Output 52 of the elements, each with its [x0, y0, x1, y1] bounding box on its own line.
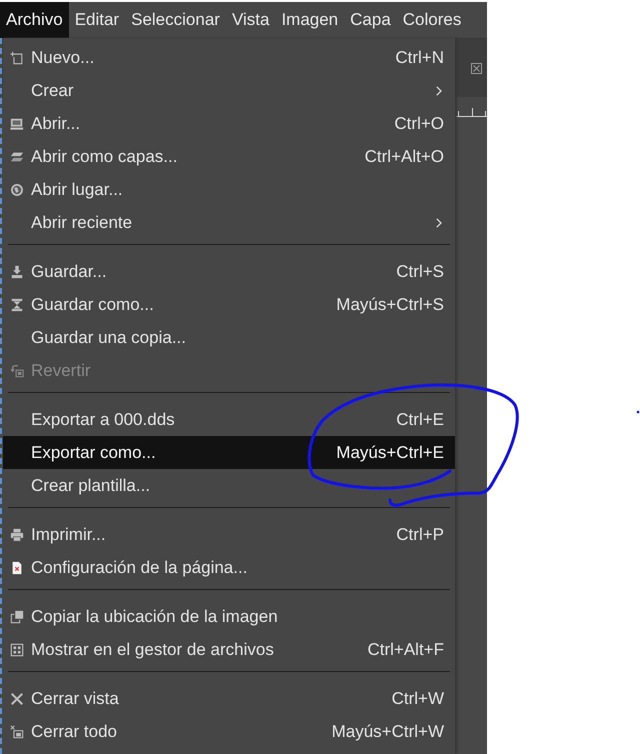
shortcut-text: Ctrl+N [395, 48, 444, 68]
menu-item[interactable]: Cerrar todo Mayús+Ctrl+W [3, 715, 455, 748]
new-document-icon [10, 50, 24, 64]
ruler-drawing [455, 107, 487, 117]
menu-item[interactable]: Cerrar vista Ctrl+W [3, 682, 455, 715]
shortcut-text: Mayús+Ctrl+E [336, 442, 444, 462]
shortcut-text: Ctrl+Alt+F [367, 640, 444, 660]
shortcut-text: Ctrl+S [396, 262, 444, 282]
download-icon [10, 264, 24, 278]
menu-item[interactable]: Crear plantilla... [3, 469, 455, 502]
shortcut-text: Ctrl+E [396, 410, 444, 430]
menu-bar-item[interactable]: Capa [344, 2, 397, 38]
menu-item[interactable]: Crear [3, 74, 455, 107]
shortcut-text: Mayús+Ctrl+W [332, 722, 444, 742]
menu-item[interactable]: Abrir lugar... [3, 173, 455, 206]
menu-bar-item[interactable]: Vista [226, 2, 276, 38]
page-icon [10, 560, 24, 574]
grid-box-icon [10, 642, 24, 656]
menu-item[interactable]: Abrir reciente [3, 206, 455, 239]
menu-item[interactable]: Mostrar en el gestor de archivos Ctrl+Alt+F [3, 633, 455, 666]
menu-item[interactable]: Abrir... Ctrl+O [3, 107, 455, 140]
ink-dot-icon [636, 410, 640, 414]
menu-bar-item[interactable]: Imagen [275, 2, 344, 38]
menu-item[interactable]: Copiar la ubicación de la imagen [3, 600, 455, 633]
monitor-icon [10, 116, 24, 130]
menu-bar-item[interactable]: Seleccionar [125, 2, 226, 38]
menu-item[interactable]: Exportar a 000.dds Ctrl+E [3, 403, 455, 436]
shortcut-text: Ctrl+Alt+O [364, 146, 444, 166]
menu-item[interactable]: Nuevo... Ctrl+N [3, 41, 455, 74]
menu-item[interactable]: Exportar como... Mayús+Ctrl+E [3, 436, 455, 469]
close-icon[interactable] [471, 62, 482, 74]
shortcut-text: Mayús+Ctrl+S [336, 294, 444, 314]
undo-arrow-icon [10, 364, 24, 378]
menu-bar-item[interactable]: Colores [396, 2, 468, 38]
shortcut-text: Ctrl+O [394, 114, 444, 134]
menu-item[interactable]: Guardar... Ctrl+S [3, 255, 455, 288]
menu-item[interactable]: Abrir como capas... Ctrl+Alt+O [3, 140, 455, 173]
close-icon [10, 692, 24, 706]
menu-item[interactable]: Imprimir... Ctrl+P [3, 518, 455, 551]
close-all-icon [10, 724, 24, 738]
printer-icon [10, 528, 24, 542]
globe-icon [10, 182, 24, 196]
shortcut-text: Ctrl+W [392, 688, 444, 708]
copy-icon [10, 610, 24, 624]
hourglass-icon [10, 298, 24, 312]
layers-icon [10, 150, 24, 164]
menu-item[interactable]: Configuración de la página... [3, 551, 455, 584]
menu-bar-item[interactable]: Editar [68, 2, 126, 38]
shortcut-text: Ctrl+P [396, 524, 444, 544]
menu-bar-item[interactable]: Archivo [0, 2, 69, 38]
menu-item[interactable]: Guardar como... Mayús+Ctrl+S [3, 288, 455, 321]
menu-item[interactable]: Guardar una copia... [3, 321, 455, 354]
